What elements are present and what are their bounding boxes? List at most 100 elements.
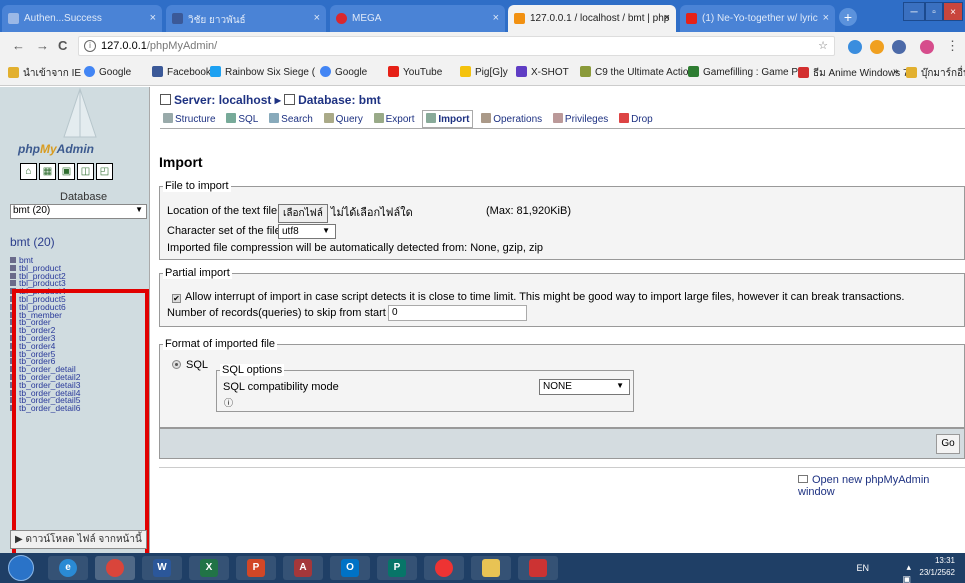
bookmark-item[interactable]: Google [320,66,367,78]
download-button[interactable]: ▶ ดาวน์โหลด ไฟล์ จากหน้านี้ [10,530,147,549]
profile-icon[interactable] [920,40,934,54]
tab-structure[interactable]: Structure [160,111,219,127]
clock-time[interactable]: 13:31 [919,555,955,567]
phpmyadmin-logo[interactable]: phpMyAdmin [18,142,94,156]
go-button[interactable]: Go [936,434,960,454]
menu-icon[interactable]: ⋮ [946,38,959,54]
facebook-icon [152,66,163,77]
outlook-icon: O [341,559,359,577]
bookmark-item[interactable]: C9 the Ultimate Actio [580,66,688,78]
navigation-icons: ⌂ ▦ ▣ ◫ ◰ [20,163,115,180]
database-title-link[interactable]: bmt (20) [10,235,55,249]
clock-date[interactable]: 23/1/2562 [919,567,955,579]
close-icon[interactable]: × [150,12,156,24]
taskbar-word[interactable]: W [142,556,182,580]
tab-facebook[interactable]: วิชัย ยาวพันธ์ × [166,5,326,32]
bookmark-item[interactable]: Pig[G]y [460,66,508,78]
extension-icon[interactable] [848,40,862,54]
taskbar-excel[interactable]: X [189,556,229,580]
bookmark-item[interactable]: Google [84,66,131,78]
star-icon[interactable]: ☆ [818,39,828,52]
taskbar-ie[interactable]: e [48,556,88,580]
reload-icon[interactable]: C [58,38,67,53]
taskbar-chrome[interactable] [95,556,135,580]
tab-sql[interactable]: SQL [223,111,261,127]
tab-drop[interactable]: Drop [616,111,656,127]
compat-mode-select[interactable]: NONE ▼ [539,379,630,395]
tab-search[interactable]: Search [266,111,316,127]
taskbar-app[interactable] [424,556,464,580]
back-icon[interactable]: ← [12,38,25,53]
close-icon[interactable]: × [493,12,499,24]
format-sql-option[interactable]: SQL [172,359,208,371]
sql-docs-icon[interactable]: ◫ [77,163,94,180]
help-icon[interactable]: ⓘ [224,396,233,409]
bookmark-item[interactable]: บุ๊กมาร์กอื่นๆ [906,66,965,81]
maximize-button[interactable]: ▫ [925,2,943,21]
tab-export[interactable]: Export [371,111,418,127]
taskbar-app[interactable] [518,556,558,580]
format-sql-radio[interactable] [172,360,181,369]
bookmark-item[interactable]: นำเข้าจาก IE [8,66,81,81]
address-bar[interactable]: i 127.0.0.1/phpMyAdmin/ ☆ [78,36,835,56]
close-icon[interactable]: × [664,12,670,24]
language-indicator[interactable]: EN [856,562,869,574]
main-frame: Server: localhost ▸ Database: bmt Struct… [150,87,965,553]
extension-icon[interactable] [870,40,884,54]
taskbar-publisher[interactable]: P [377,556,417,580]
taskbar-powerpoint[interactable]: P [236,556,276,580]
bookmark-item[interactable]: Rainbow Six Siege ( [210,66,315,78]
forward-icon[interactable]: → [36,38,49,53]
tab-privileges[interactable]: Privileges [550,111,611,127]
sql-query-icon[interactable]: ▦ [39,163,56,180]
form-actions-bar: Go [159,428,965,459]
start-button[interactable] [8,555,34,581]
home-icon[interactable]: ⌂ [20,163,37,180]
export-icon [373,113,384,123]
location-label: Location of the text file [167,205,278,217]
allow-interrupt-checkbox[interactable]: ✔ [172,294,181,303]
taskbar-outlook[interactable]: O [330,556,370,580]
phpmyadmin-icon [514,13,525,24]
tab-authen[interactable]: Authen...Success × [2,5,162,32]
open-new-window-link[interactable]: Open new phpMyAdmin window [798,474,965,498]
tab-phpmyadmin[interactable]: 127.0.0.1 / localhost / bmt | php × [508,5,676,32]
skip-records-input[interactable]: 0 [388,305,527,321]
bookmark-item[interactable]: YouTube [388,66,442,78]
file-chooser[interactable]: เลือกไฟล์ ไม่ได้เลือกไฟล์ใด [278,203,413,223]
info-icon[interactable]: i [84,40,96,52]
bookmarks-more-icon[interactable]: » [893,66,899,77]
bookmark-icon [580,66,591,77]
table-icon [10,272,16,279]
extension-icon[interactable] [892,40,906,54]
sql-icon [226,113,237,123]
new-tab-button[interactable]: + [839,8,857,26]
minimize-button[interactable]: ─ [903,2,925,21]
database-label: Database [60,191,108,203]
bookmark-item[interactable]: Facebook [152,66,211,78]
tray-icons[interactable]: ▴ ▣ ◀) ▮ [901,561,911,583]
close-icon[interactable]: × [823,12,829,24]
database-select[interactable]: bmt (20) ▼ [10,204,147,219]
allow-interrupt-option[interactable]: ✔ Allow interrupt of import in case scrip… [172,291,904,303]
bookmark-item[interactable]: ธีม Anime Windows 7 [798,66,909,81]
tab-query[interactable]: Query [321,111,366,127]
taskbar-access[interactable]: A [283,556,323,580]
google-icon [320,66,331,77]
taskbar-explorer[interactable] [471,556,511,580]
documentation-icon[interactable]: ▣ [58,163,75,180]
tab-mega[interactable]: MEGA × [330,5,505,32]
charset-select[interactable]: utf8 ▼ [278,224,336,239]
tab-import[interactable]: Import [422,110,474,128]
bookmark-item[interactable]: X-SHOT [516,66,569,78]
close-icon[interactable]: × [314,12,320,24]
breadcrumb-server[interactable]: Server: localhost [174,93,271,107]
settings-icon[interactable]: ◰ [96,163,113,180]
tab-youtube[interactable]: (1) Ne-Yo-together w/ lyric × [680,5,835,32]
close-window-button[interactable]: × [943,2,963,21]
url-host: 127.0.0.1 [101,40,147,52]
bookmark-item[interactable]: Gamefilling : Game P [688,66,798,78]
choose-file-button[interactable]: เลือกไฟล์ [278,204,328,223]
breadcrumb-database[interactable]: Database: bmt [298,93,381,107]
tab-operations[interactable]: Operations [478,111,545,127]
